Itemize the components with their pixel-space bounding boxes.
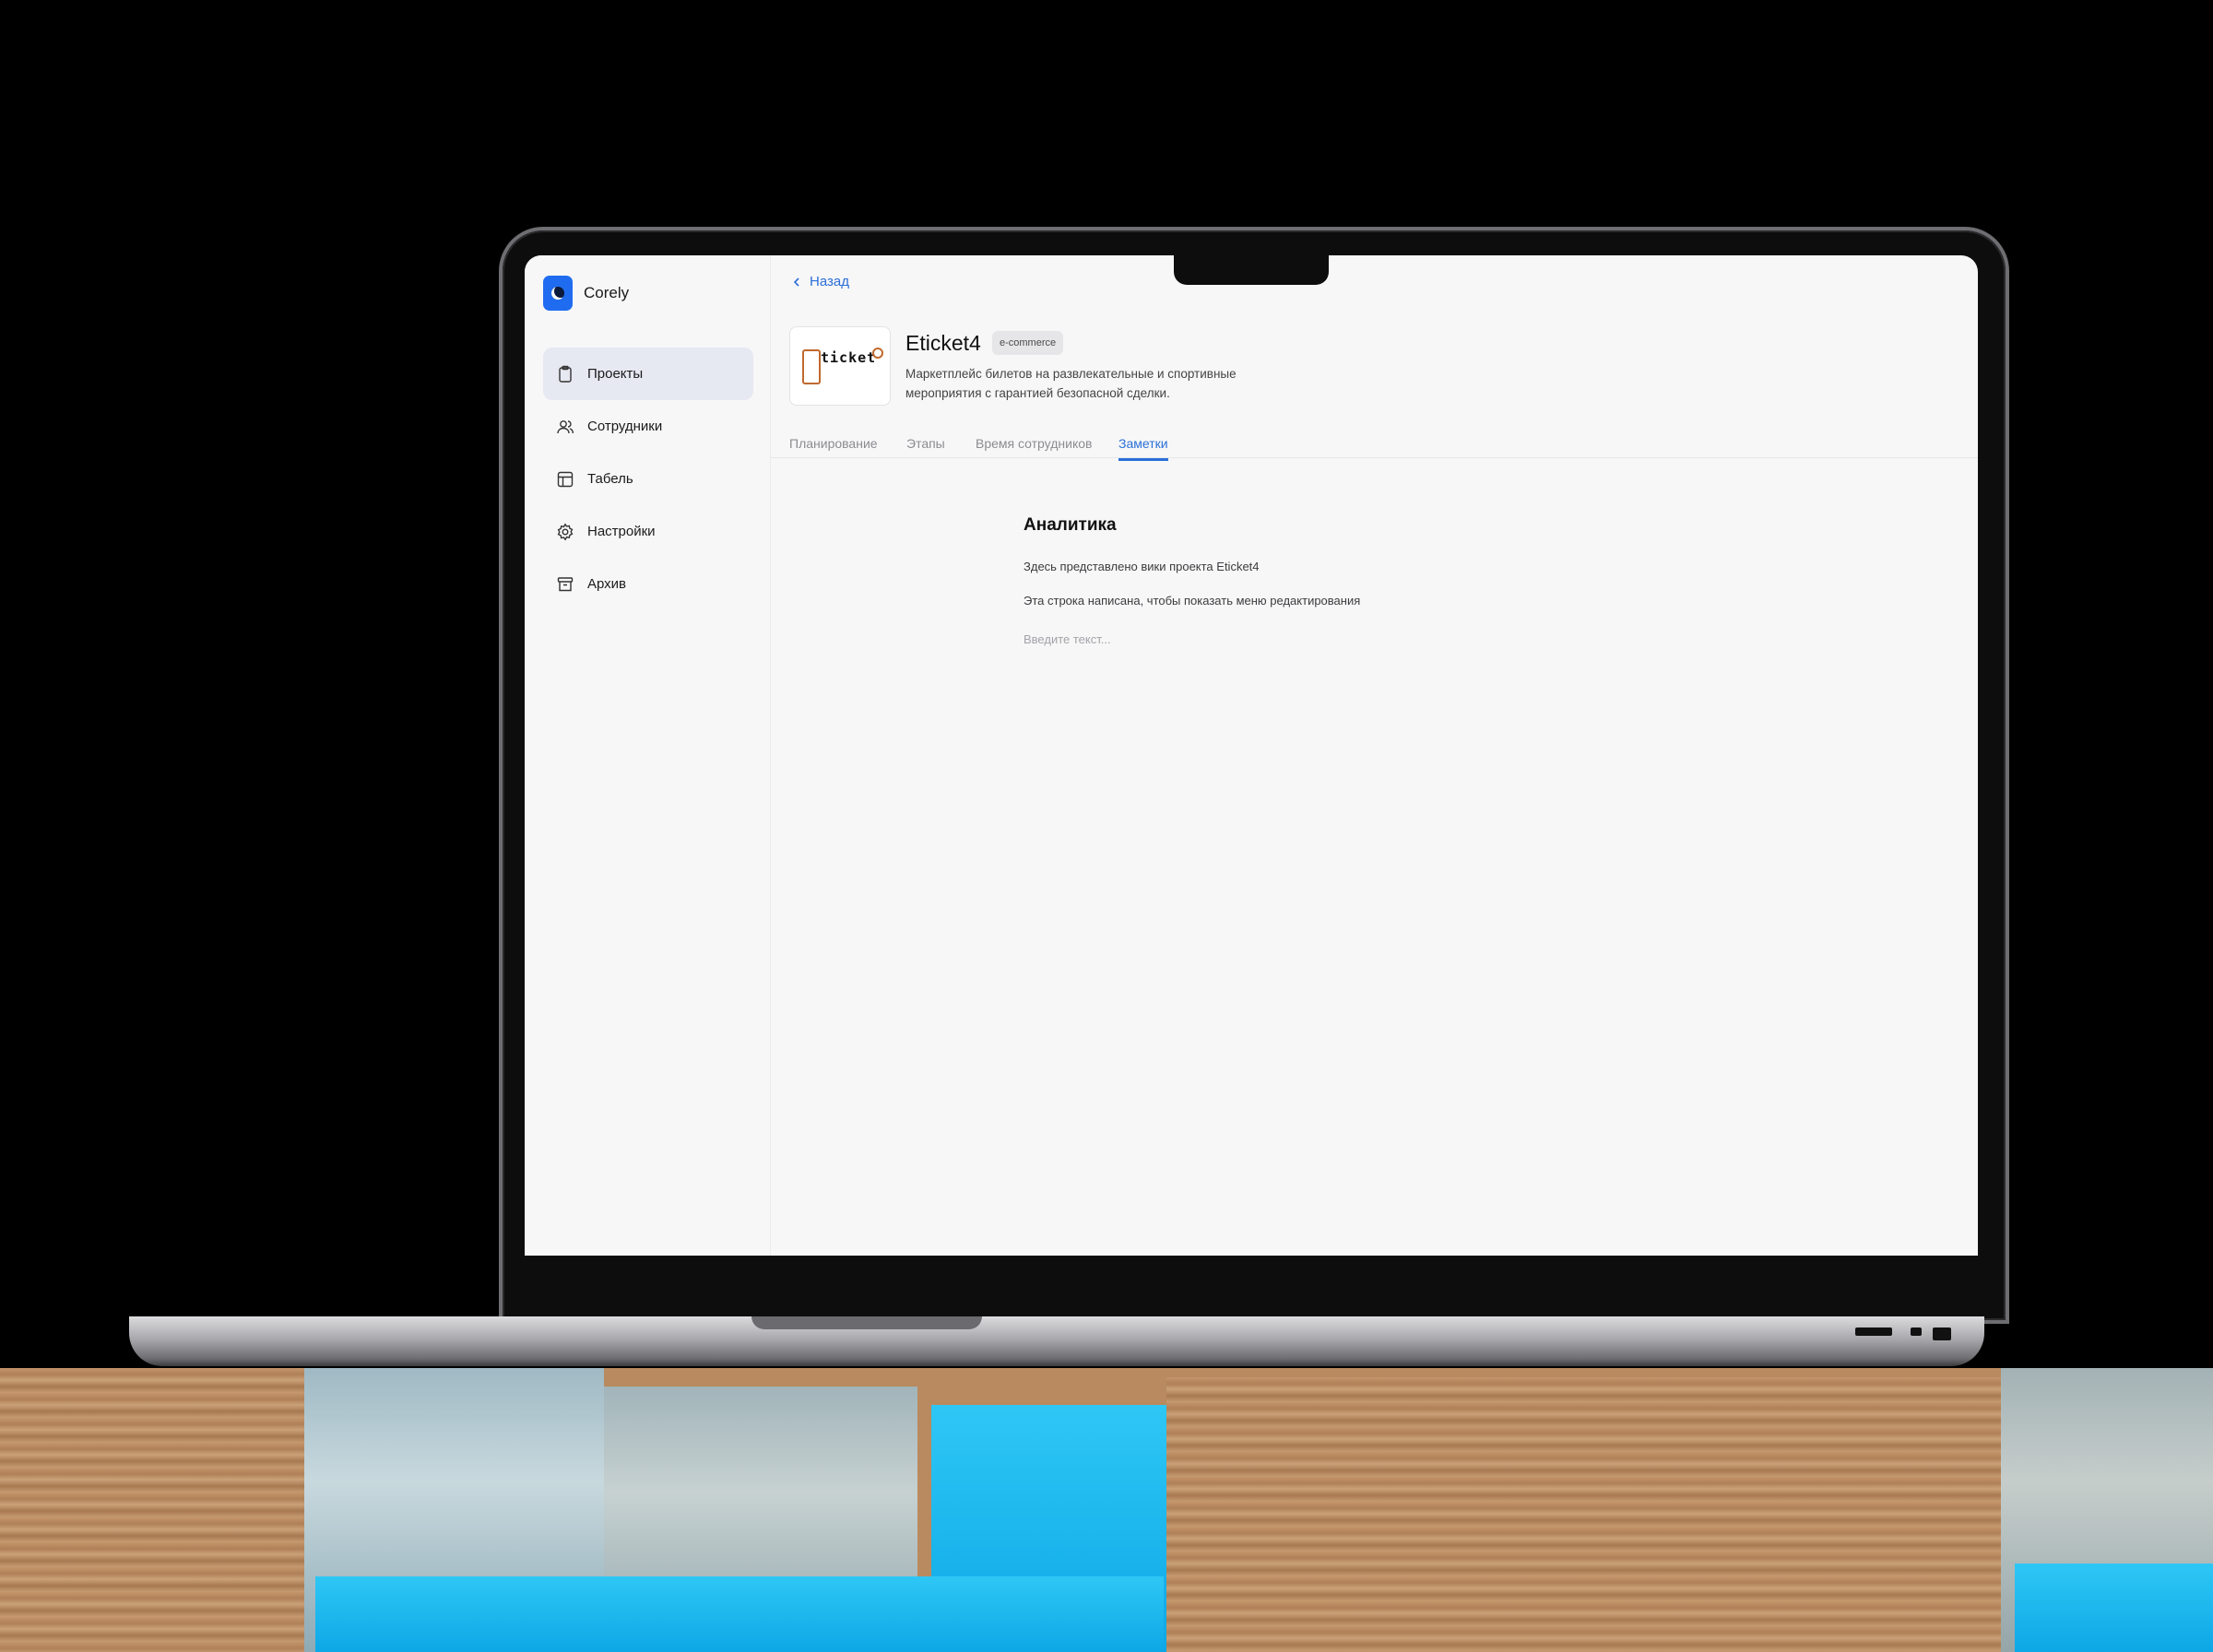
sidebar-item-timesheet[interactable]: Табель xyxy=(543,453,753,505)
sidebar: Corely Проекты Сотрудники Табель Настрой… xyxy=(525,255,771,1256)
camera-notch xyxy=(1174,255,1329,285)
brand[interactable]: Corely xyxy=(543,276,629,311)
clipboard-icon xyxy=(556,365,574,384)
usb-port xyxy=(1855,1328,1892,1336)
wood-block xyxy=(1166,1377,2001,1652)
sidebar-item-label: Архив xyxy=(587,576,627,592)
blue-block xyxy=(315,1576,1164,1652)
table-icon xyxy=(556,470,574,489)
sidebar-item-label: Сотрудники xyxy=(587,419,663,434)
logo-text: ticket xyxy=(821,349,877,366)
usb-port xyxy=(1911,1328,1922,1336)
laptop-base-notch xyxy=(751,1316,982,1329)
back-label: Назад xyxy=(810,274,849,289)
brand-logo-icon xyxy=(543,276,573,311)
sidebar-item-employees[interactable]: Сотрудники xyxy=(543,400,753,453)
sidebar-item-projects[interactable]: Проекты xyxy=(543,348,753,400)
project-logo: ticket xyxy=(789,326,891,406)
archive-icon xyxy=(556,575,574,594)
logo-pin-icon xyxy=(872,348,883,359)
wood-block xyxy=(0,1368,304,1652)
tab-employee-time[interactable]: Время сотрудников xyxy=(976,436,1092,457)
brand-name: Corely xyxy=(584,284,630,301)
sidebar-item-archive[interactable]: Архив xyxy=(543,558,753,610)
sidebar-item-label: Табель xyxy=(587,471,633,487)
tab-notes[interactable]: Заметки xyxy=(1118,436,1168,461)
sidebar-item-settings[interactable]: Настройки xyxy=(543,505,753,558)
tab-bar: Планирование Этапы Время сотрудников Зам… xyxy=(771,425,1978,461)
category-badge: e-commerce xyxy=(992,331,1064,355)
blue-block xyxy=(2015,1564,2213,1652)
chevron-left-icon xyxy=(793,277,799,287)
laptop-screen: Corely Проекты Сотрудники Табель Настрой… xyxy=(525,255,1978,1256)
tab-stages[interactable]: Этапы xyxy=(906,436,945,457)
usb-port xyxy=(1933,1328,1951,1340)
sidebar-nav: Проекты Сотрудники Табель Настройки Архи… xyxy=(543,348,753,610)
laptop-base xyxy=(129,1316,1984,1366)
note-title[interactable]: Аналитика xyxy=(1024,515,1117,536)
project-description: Маркетплейс билетов на развлекательные и… xyxy=(905,367,1237,400)
sidebar-item-label: Настройки xyxy=(587,524,656,539)
users-icon xyxy=(556,418,574,436)
tab-planning[interactable]: Планирование xyxy=(789,436,878,457)
note-line[interactable]: Эта строка написана, чтобы показать меню… xyxy=(1024,594,1360,608)
back-link[interactable]: Назад xyxy=(791,274,849,289)
project-title: Eticket4 xyxy=(905,331,981,355)
main-content: Назад ticket Eticket4 e-commerce Маркетп… xyxy=(771,255,1978,1256)
desk-surface xyxy=(0,1368,2213,1652)
note-text-input[interactable] xyxy=(1024,632,1411,646)
logo-ticket-icon xyxy=(802,349,821,384)
gear-icon xyxy=(556,523,574,541)
note-line[interactable]: Здесь представлено вики проекта Eticket4 xyxy=(1024,560,1260,573)
sidebar-item-label: Проекты xyxy=(587,366,644,382)
